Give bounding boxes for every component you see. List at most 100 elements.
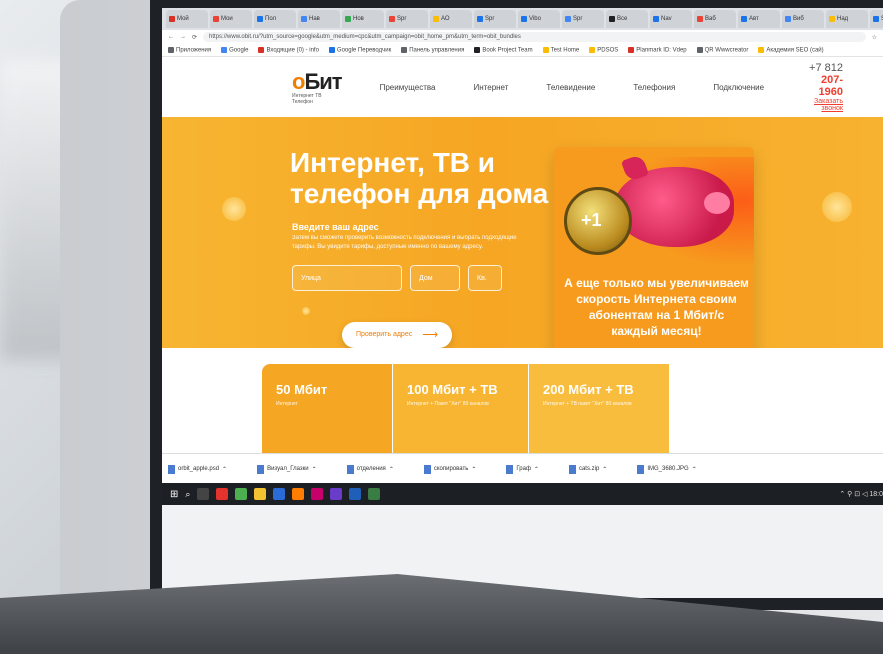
chevron-up-icon[interactable]: ⌃ [222,466,227,473]
tariff-name: 100 Мбит + ТВ [407,382,498,397]
nav-internet[interactable]: Интернет [474,83,509,92]
browser-tab-bar: Мой Мои Пол Нав Нов Spr АО Spr Vibo Spr Все Nav Ваб А… [162,8,883,30]
file-icon [637,464,645,474]
tariff-desc: Интернет + ТВ пакет "Хит" 80 каналов [543,401,632,407]
forward-icon[interactable]: → [180,34,186,40]
browser-tab[interactable]: Все [606,10,648,28]
bookmark-icon [542,46,549,53]
bookmark-item[interactable]: Google [221,46,248,53]
favicon-icon [433,16,439,22]
system-tray[interactable]: ⌃ ⚲ ⊡ ◁ 18:0 [839,490,883,498]
bookmark-item[interactable]: Book Project Team [474,46,533,54]
browser-tab[interactable]: Spr [474,10,516,28]
bookmark-item[interactable]: Google Переводчик [328,46,391,53]
chevron-up-icon[interactable]: ⌃ [471,466,476,473]
download-filename: Визуал_Глазки [267,466,309,472]
bookmark-item[interactable]: Planmark ID: Vdep [628,46,687,53]
chevron-up-icon[interactable]: ⌃ [602,466,607,473]
search-icon[interactable]: ⌕ [185,489,190,500]
bookmark-item[interactable]: Академия SEO (сай) [758,46,824,53]
browser-tab[interactable]: Пол [254,10,296,28]
bookmark-item[interactable]: Панель управления [401,46,464,53]
bookmark-label: Входящие (0) - info [266,47,319,54]
bookmark-icon [258,46,265,53]
bookmark-item[interactable]: QR Wwwcreator [696,46,748,53]
logo-prefix: о [292,69,305,94]
reload-icon[interactable]: ⟳ [192,34,197,41]
flat-input[interactable]: Кв. [468,265,502,291]
opera-icon[interactable] [216,488,229,500]
promo-card: +1 А еще только мы увеличиваем скорость … [554,147,754,377]
browser-tab[interactable]: Авт [738,10,780,28]
explorer-icon[interactable] [254,488,267,500]
bookmark-item[interactable]: Входящие (0) - info [258,46,319,54]
star-icon[interactable]: ☆ [872,34,877,41]
downloads-bar: orbit_apple.psd ⌃ Визуал_Глазки ⌃ отделения ⌃… [162,453,883,484]
download-item[interactable]: orbit_apple.psd ⌃ [168,464,227,474]
browser-tab[interactable]: Nav [650,10,692,28]
browser-tab[interactable]: Sha [870,10,883,28]
browser-tab[interactable]: Мои [210,10,252,28]
favicon-icon [565,16,571,22]
download-item[interactable]: cats.zip ⌃ [568,464,607,474]
download-item[interactable]: отделения ⌃ [346,464,394,474]
premiere-icon[interactable] [330,488,343,500]
street-input[interactable]: Улица [292,265,402,291]
download-filename: IMG_3680.JPG [647,466,689,472]
app-icon[interactable] [368,488,381,500]
bookmarks-bar: Приложения Google Входящие (0) - info Googl… [162,44,883,57]
browser-tab[interactable]: Ваб [694,10,736,28]
arrow-right-icon: ⟶ [422,329,438,341]
photoshop-icon[interactable] [273,488,286,500]
windows-start-icon[interactable]: ⊞ [170,489,178,500]
chevron-up-icon[interactable]: ⌃ [312,466,317,473]
favicon-icon [213,16,219,22]
favicon-icon [257,16,263,22]
url-field[interactable]: https://www.obit.ru/?utm_source=google&u… [203,32,866,42]
download-filename: Граф [516,466,531,472]
browser-tab[interactable]: АО [430,10,472,28]
file-icon [168,464,175,474]
download-item[interactable]: Граф ⌃ [506,464,539,474]
download-item[interactable]: IMG_3680.JPG ⌃ [637,464,697,474]
site-logo[interactable]: оБит Интернет ТВ Телефон [292,69,343,105]
browser-tab[interactable]: Нов [342,10,384,28]
chevron-up-icon[interactable]: ⌃ [534,466,539,473]
tab-label: Все [617,16,628,22]
back-icon[interactable]: ← [168,34,174,40]
chevron-up-icon[interactable]: ⌃ [389,466,394,473]
browser-tab[interactable]: Нав [298,10,340,28]
nav-telephony[interactable]: Телефония [633,83,675,92]
download-item[interactable]: Визуал_Глазки ⌃ [257,464,317,474]
tab-label: Над [837,16,849,22]
nav-connection[interactable]: Подключение [713,83,764,92]
bookmark-item[interactable]: Приложения [168,46,211,53]
bookmark-icon [628,46,635,53]
download-filename: отделения [356,466,386,472]
bookmark-icon [589,46,596,53]
taskview-icon[interactable] [197,488,210,500]
house-input[interactable]: Дом [410,265,460,291]
tariff-name: 50 Мбит [276,382,328,397]
order-call-link[interactable]: Заказать звонок [802,98,843,112]
word-icon[interactable] [349,488,362,500]
indesign-icon[interactable] [311,488,324,500]
tab-label: Авт [749,16,759,22]
nav-tv[interactable]: Телевидение [546,83,595,92]
browser-tab[interactable]: Виб [782,10,824,28]
browser-tab[interactable]: Мой [166,10,208,28]
bookmark-label: Book Project Team [482,47,533,54]
phone-number[interactable]: 207-1960 [819,74,843,98]
nav-advantages[interactable]: Преимущества [380,83,436,92]
download-item[interactable]: скопировать ⌃ [423,464,476,474]
chevron-up-icon[interactable]: ⌃ [692,466,697,473]
browser-tab[interactable]: Vibo [518,10,560,28]
illustrator-icon[interactable] [292,488,305,500]
bookmark-item[interactable]: PDSOS [589,46,618,53]
browser-tab[interactable]: Над [826,10,868,28]
browser-tab[interactable]: Spr [386,10,428,28]
browser-tab[interactable]: Spr [562,10,604,28]
check-address-button[interactable]: Проверить адрес ⟶ [342,322,452,348]
bookmark-item[interactable]: Test Home [542,46,579,53]
chrome-icon[interactable] [235,488,248,500]
